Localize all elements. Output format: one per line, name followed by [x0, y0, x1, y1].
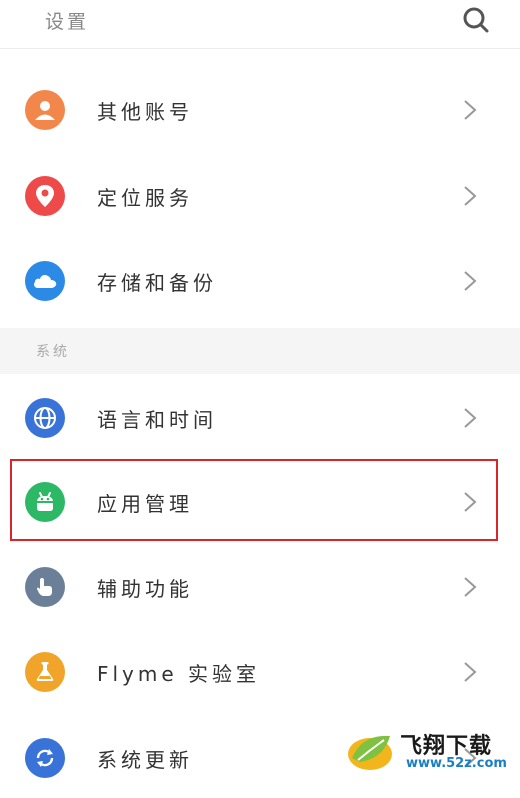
- chevron-right-icon: [464, 492, 477, 512]
- location-icon: [25, 176, 65, 216]
- page-title: 设置: [45, 11, 90, 33]
- settings-item-label: 语言和时间: [97, 408, 217, 432]
- android-icon: [25, 482, 65, 522]
- chevron-right-icon: [464, 186, 477, 206]
- settings-item-other-accounts[interactable]: 其他账号: [0, 70, 520, 150]
- settings-item-app-management[interactable]: 应用管理: [0, 462, 520, 542]
- settings-item-flyme-lab[interactable]: Flyme 实验室: [0, 632, 520, 712]
- chevron-right-icon: [464, 662, 477, 682]
- settings-item-label: 其他账号: [97, 100, 193, 124]
- globe-icon: [25, 398, 65, 438]
- settings-item-label: 定位服务: [97, 186, 193, 210]
- search-icon[interactable]: [460, 4, 492, 36]
- watermark-site: www.52z.com: [406, 756, 507, 771]
- settings-item-label: 系统更新: [97, 748, 193, 772]
- settings-item-language-time[interactable]: 语言和时间: [0, 378, 520, 458]
- hand-icon: [25, 567, 65, 607]
- leaf-logo-icon: [348, 735, 392, 770]
- section-header-system: 系统: [0, 328, 520, 374]
- settings-item-location[interactable]: 定位服务: [0, 156, 520, 236]
- section-title: 系统: [36, 344, 70, 360]
- chevron-right-icon: [464, 577, 477, 597]
- chevron-right-icon: [464, 408, 477, 428]
- cloud-icon: [25, 261, 65, 301]
- refresh-icon: [25, 738, 65, 778]
- flask-icon: [25, 652, 65, 692]
- settings-item-label: 应用管理: [97, 492, 193, 516]
- chevron-right-icon: [464, 271, 477, 291]
- header-bar: 设置: [0, 0, 520, 49]
- chevron-right-icon: [464, 100, 477, 120]
- settings-item-label: 存储和备份: [97, 271, 217, 295]
- settings-item-storage-backup[interactable]: 存储和备份: [0, 241, 520, 321]
- account-icon: [25, 90, 65, 130]
- site-watermark: 飞翔下载 www.52z.com: [340, 722, 516, 780]
- settings-item-label: Flyme 实验室: [97, 662, 261, 686]
- settings-item-accessibility[interactable]: 辅助功能: [0, 547, 520, 627]
- settings-item-label: 辅助功能: [97, 577, 193, 601]
